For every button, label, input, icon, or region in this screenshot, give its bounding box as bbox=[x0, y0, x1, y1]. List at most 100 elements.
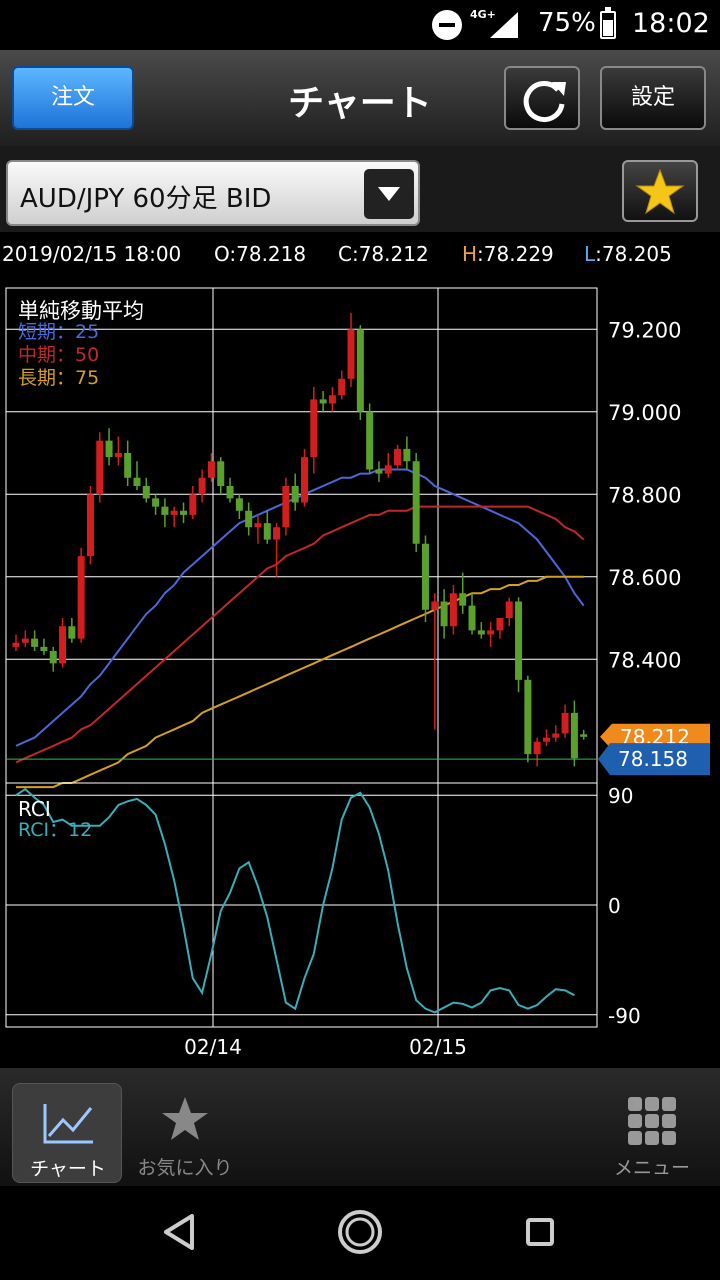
ma-long-label: 長期：75 bbox=[18, 367, 99, 389]
candle-body bbox=[561, 712, 569, 734]
ohlc-high: H:78.229 bbox=[462, 242, 554, 266]
refresh-icon bbox=[523, 81, 566, 122]
symbol-select-value: AUD/JPY 60分足 BID bbox=[20, 184, 272, 214]
candle-body bbox=[338, 378, 346, 396]
candle-body bbox=[21, 638, 29, 643]
ma-short-line bbox=[15, 468, 585, 747]
battery-percent: 75% bbox=[538, 8, 596, 38]
price-tick-label: 78.800 bbox=[608, 483, 681, 507]
candle-body bbox=[366, 411, 374, 470]
candle-body bbox=[86, 494, 94, 557]
candle-body bbox=[152, 498, 160, 507]
candle-body bbox=[161, 506, 169, 515]
price-axis: 79.200 79.000 78.800 78.600 78.400 bbox=[608, 318, 681, 672]
symbol-select[interactable]: AUD/JPY 60分足 BID bbox=[6, 160, 420, 226]
candle-body bbox=[412, 461, 420, 544]
candle-body bbox=[77, 556, 85, 639]
candle-body bbox=[487, 630, 495, 635]
ohlc-high-value: :78.229 bbox=[477, 242, 554, 266]
candle-body bbox=[282, 486, 290, 528]
candle-body bbox=[133, 477, 141, 486]
candle-body bbox=[142, 486, 150, 499]
ma-mid-label: 中期：50 bbox=[18, 344, 99, 366]
grid-menu-icon bbox=[628, 1097, 676, 1145]
ohlc-close-value: :78.212 bbox=[351, 242, 429, 266]
candle-body bbox=[580, 734, 588, 737]
recents-icon[interactable] bbox=[526, 1218, 554, 1246]
ma-short-label: 短期：25 bbox=[18, 321, 99, 343]
candle-body bbox=[180, 510, 188, 515]
nav-favorites[interactable]: お気に入り bbox=[120, 1083, 250, 1183]
star-icon bbox=[162, 1097, 208, 1140]
chart-icon bbox=[43, 1104, 93, 1144]
rci-series-line bbox=[15, 787, 575, 1014]
candle-body bbox=[114, 453, 122, 458]
candle-body bbox=[384, 465, 392, 474]
candle-body bbox=[421, 543, 429, 610]
settings-button[interactable]: 設定 bbox=[600, 66, 706, 130]
candle-body bbox=[394, 448, 402, 466]
candle-body bbox=[468, 605, 476, 631]
candle-body bbox=[235, 498, 243, 511]
app-header: 注文 チャート 設定 bbox=[0, 50, 720, 146]
candle-body bbox=[552, 733, 560, 738]
candle-body bbox=[440, 601, 448, 627]
candle-body bbox=[198, 477, 206, 495]
ohlc-close-prefix: C bbox=[338, 242, 352, 266]
nav-chart[interactable]: チャート bbox=[12, 1083, 122, 1183]
price-chart[interactable]: 単純移動平均 短期：25 中期：50 長期：75 79.200 79.000 78.… bbox=[0, 280, 720, 1068]
candle-body bbox=[301, 457, 308, 503]
refresh-button[interactable] bbox=[504, 66, 580, 130]
candle-body bbox=[477, 630, 485, 635]
chevron-down-icon[interactable] bbox=[364, 169, 414, 219]
ma-mid-line bbox=[15, 505, 585, 764]
nav-menu[interactable]: メニュー bbox=[590, 1083, 714, 1183]
order-button[interactable]: 注文 bbox=[12, 66, 134, 130]
price-tick-label: 78.400 bbox=[608, 648, 681, 672]
bottom-nav: チャート お気に入り メニュー bbox=[0, 1068, 720, 1186]
candle-body bbox=[59, 626, 67, 664]
candle-body bbox=[347, 329, 355, 379]
candle-body bbox=[263, 523, 271, 540]
ohlc-datetime: 2019/02/15 18:00 bbox=[2, 242, 182, 266]
do-not-disturb-icon bbox=[432, 10, 462, 40]
battery-icon bbox=[600, 7, 616, 39]
candle-body bbox=[459, 593, 467, 606]
nav-favorites-label: お気に入り bbox=[137, 1157, 233, 1179]
candle-body bbox=[496, 618, 504, 631]
time-tick-label: 02/14 bbox=[184, 1035, 242, 1059]
home-icon[interactable] bbox=[338, 1210, 382, 1254]
back-icon[interactable] bbox=[164, 1214, 194, 1250]
ohlc-high-prefix: H bbox=[462, 242, 478, 266]
candle-body bbox=[505, 601, 513, 618]
system-nav-bar bbox=[0, 1186, 720, 1280]
clock: 18:02 bbox=[632, 8, 710, 39]
signal-icon bbox=[490, 12, 518, 38]
candle-body bbox=[328, 395, 336, 404]
ohlc-open: O:78.218 bbox=[214, 242, 306, 266]
rci-title: RCI bbox=[18, 797, 51, 821]
price-grid bbox=[5, 287, 598, 1027]
candle-body bbox=[245, 510, 253, 528]
candle-body bbox=[403, 448, 411, 462]
candle-body bbox=[375, 469, 383, 474]
candle-body bbox=[12, 642, 20, 647]
star-icon bbox=[635, 168, 685, 215]
candle-body bbox=[226, 486, 234, 499]
favorite-button[interactable] bbox=[622, 160, 698, 222]
symbol-bar: AUD/JPY 60分足 BID bbox=[0, 146, 720, 232]
ohlc-open-value: :78.218 bbox=[229, 242, 307, 266]
candle-body bbox=[533, 741, 541, 755]
candle-body bbox=[524, 679, 532, 755]
rci-tick-label: 0 bbox=[608, 894, 621, 918]
candle-body bbox=[273, 527, 281, 540]
candle-body bbox=[449, 593, 457, 627]
candle-body bbox=[291, 486, 299, 503]
candle-body bbox=[515, 601, 523, 680]
price-tick-label: 79.000 bbox=[608, 401, 681, 425]
candle-body bbox=[96, 440, 104, 495]
candle-body bbox=[124, 453, 132, 478]
ohlc-low-value: :78.205 bbox=[595, 242, 672, 266]
nav-menu-label: メニュー bbox=[613, 1157, 690, 1179]
candle-body bbox=[49, 651, 57, 664]
